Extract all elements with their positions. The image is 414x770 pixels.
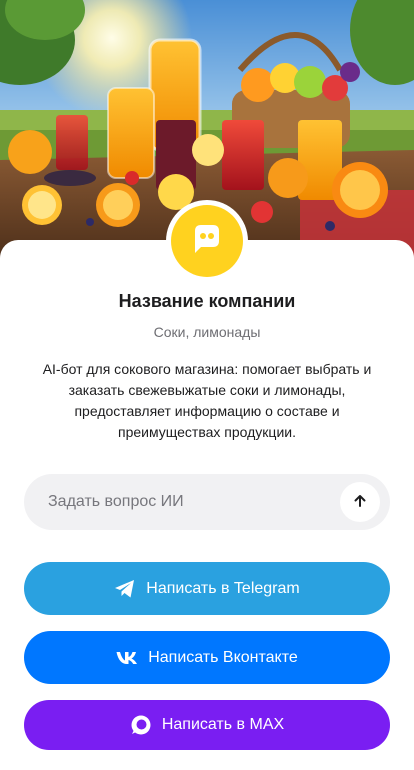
- company-avatar: [166, 200, 248, 282]
- ask-ai-box: [24, 474, 390, 530]
- arrow-up-icon: [352, 493, 368, 512]
- company-description: AI-бот для сокового магазина: помогает в…: [42, 361, 372, 440]
- telegram-icon: [114, 579, 136, 599]
- avatar-background: [171, 205, 243, 277]
- vk-icon: [116, 651, 138, 665]
- vk-button[interactable]: Написать Вконтакте: [24, 631, 390, 684]
- chat-bubble-icon: [189, 221, 225, 262]
- company-subtitle: Соки, лимонады: [153, 324, 261, 340]
- max-button[interactable]: Написать в MAX: [24, 700, 390, 750]
- max-button-label: Написать в MAX: [161, 716, 285, 733]
- max-icon: [130, 714, 152, 736]
- telegram-button[interactable]: Написать в Telegram: [24, 562, 390, 615]
- ask-ai-input[interactable]: [48, 474, 338, 530]
- telegram-button-label: Написать в Telegram: [146, 579, 300, 597]
- company-name: Название компании: [118, 291, 296, 311]
- vk-button-label: Написать Вконтакте: [148, 648, 298, 666]
- send-button[interactable]: [340, 482, 380, 522]
